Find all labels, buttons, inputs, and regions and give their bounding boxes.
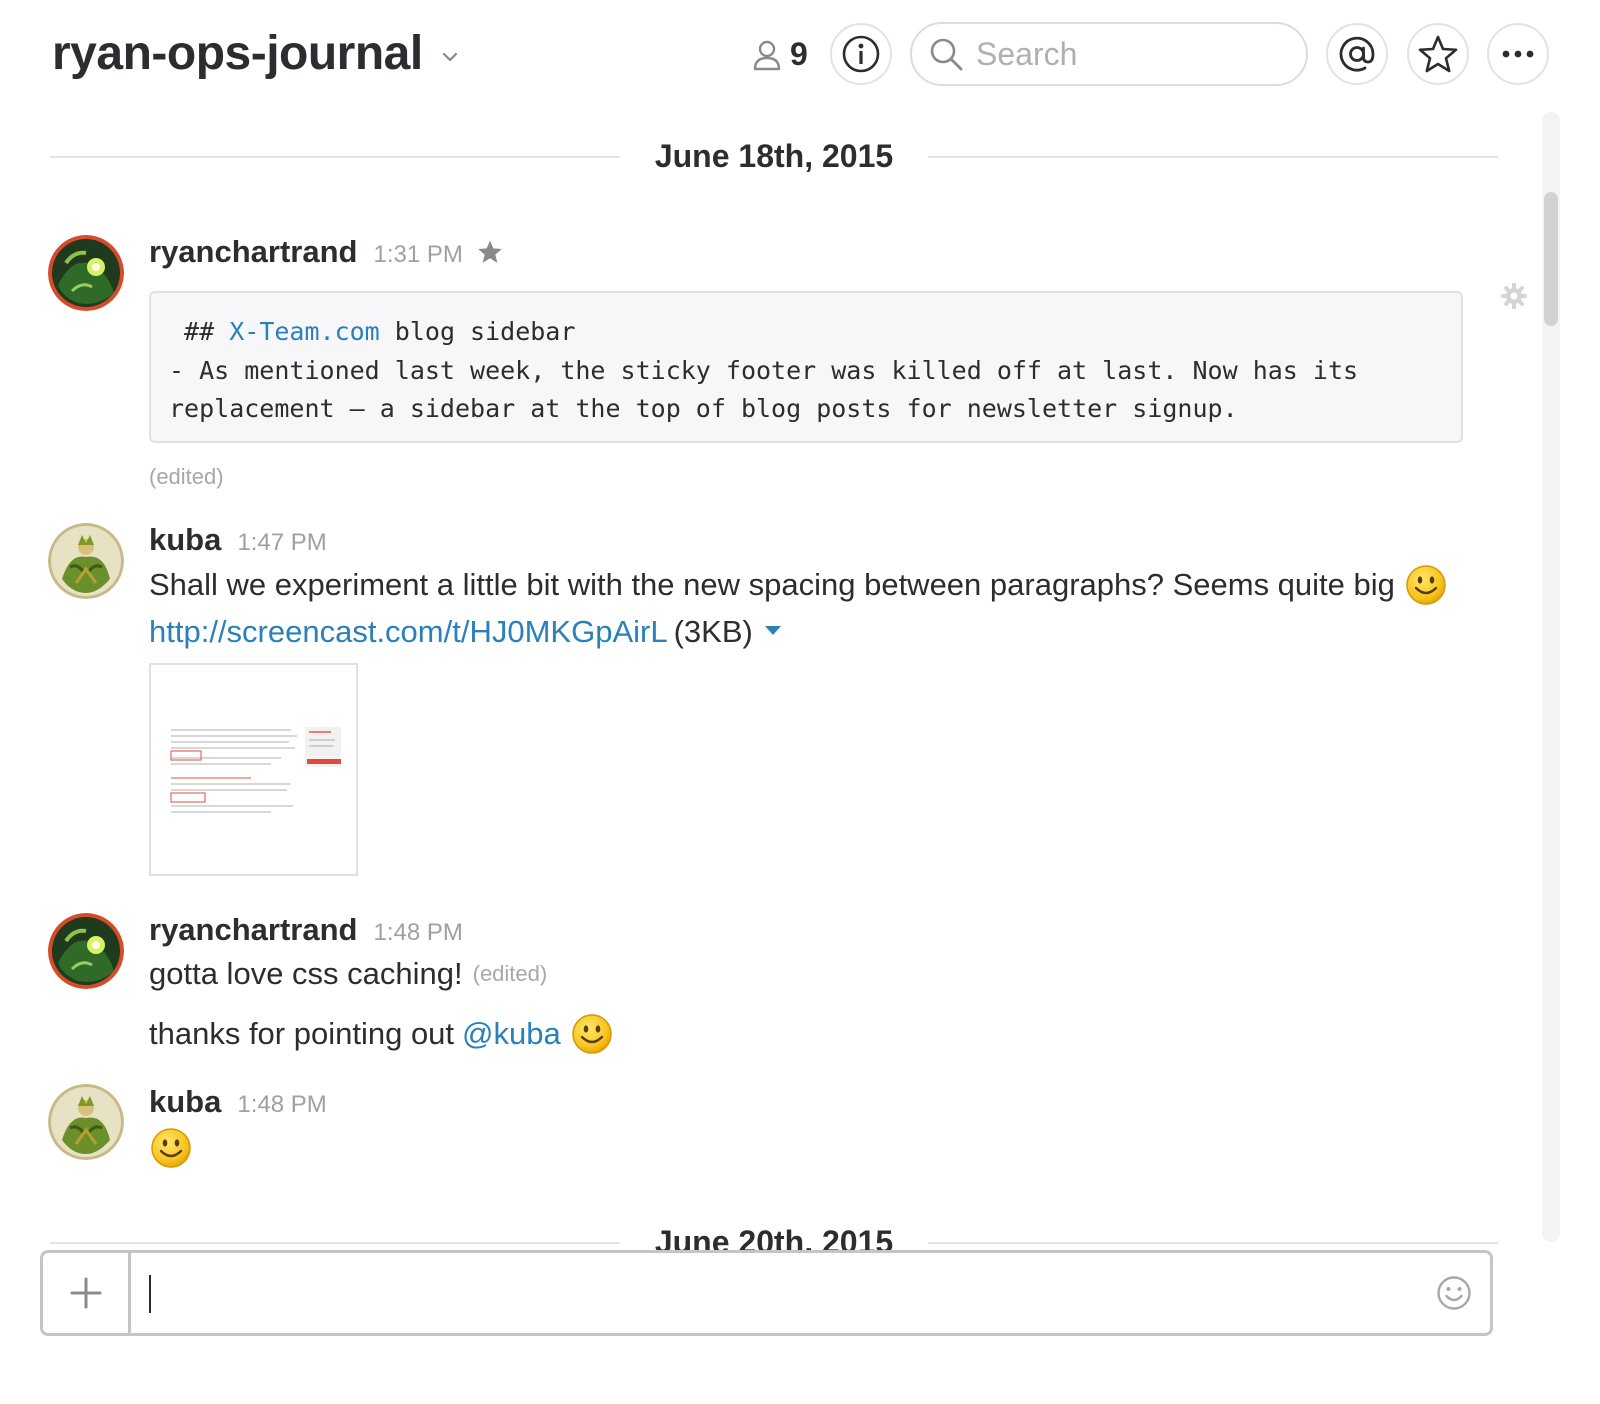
message-body: Shall we experiment a little bit with th… [149, 564, 1447, 606]
search-icon [930, 38, 963, 71]
smile-emoji [1405, 564, 1447, 606]
channel-title[interactable]: ryan-ops-journal [52, 26, 459, 81]
info-icon [842, 35, 880, 73]
text-cursor [149, 1275, 151, 1313]
message-timestamp[interactable]: 1:47 PM [237, 529, 326, 557]
message-scrollbar[interactable] [1542, 112, 1560, 1242]
avatar[interactable] [48, 235, 124, 311]
message-text: thanks for pointing out [149, 1016, 455, 1051]
code-text: - As mentioned last week, the sticky foo… [169, 355, 1359, 385]
message-header: ryanchartrand 1:48 PM [149, 912, 463, 948]
message-sender[interactable]: ryanchartrand [149, 912, 357, 948]
code-text: replacement – a sidebar at the top of bl… [169, 394, 1238, 423]
message-header: kuba 1:47 PM [149, 522, 327, 558]
gear-icon[interactable] [1500, 282, 1528, 310]
code-text: ## [169, 317, 230, 346]
starred-button[interactable] [1407, 23, 1469, 85]
scrollbar-thumb[interactable] [1544, 192, 1558, 326]
members-icon [753, 40, 781, 70]
message-input[interactable] [133, 1253, 1403, 1333]
attachment-size: (3KB) [673, 614, 753, 649]
message-timestamp[interactable]: 1:48 PM [373, 919, 462, 947]
caret-down-icon[interactable] [764, 625, 781, 635]
code-link[interactable]: X-Team.com [229, 317, 380, 346]
mentions-button[interactable] [1326, 23, 1388, 85]
channel-name: ryan-ops-journal [52, 27, 423, 80]
user-mention[interactable]: @kuba [462, 1016, 561, 1052]
channel-info-button[interactable] [830, 23, 892, 85]
screenshot-preview-image [151, 665, 356, 874]
message-sender[interactable]: kuba [149, 1084, 221, 1120]
attachment-link[interactable]: http://screencast.com/t/HJ0MKGpAirL [149, 614, 668, 650]
search-placeholder: Search [976, 35, 1078, 72]
code-text: blog sidebar [379, 317, 576, 346]
emoji-icon[interactable] [1436, 1275, 1472, 1311]
message-header: kuba 1:48 PM [149, 1084, 327, 1120]
channel-header: ryan-ops-journal 9 Search [0, 0, 1600, 110]
message-timestamp[interactable]: 1:48 PM [237, 1091, 326, 1119]
day-divider: June 20th, 2015 [50, 1224, 1498, 1252]
message-composer [40, 1250, 1493, 1336]
plus-icon [70, 1277, 101, 1309]
message-sender[interactable]: ryanchartrand [149, 234, 357, 270]
chevron-down-icon [442, 52, 457, 61]
message-body: gotta love css caching! (edited) [149, 956, 547, 992]
avatar[interactable] [48, 523, 124, 599]
attachment-thumbnail[interactable] [149, 663, 358, 876]
smile-emoji [150, 1127, 192, 1169]
day-divider: June 18th, 2015 [50, 138, 1498, 178]
message-sender[interactable]: kuba [149, 522, 221, 558]
more-actions-button[interactable] [1487, 23, 1549, 85]
message-text: Shall we experiment a little bit with th… [149, 567, 1395, 602]
attachment-line: http://screencast.com/t/HJ0MKGpAirL (3KB… [149, 614, 781, 650]
attach-file-button[interactable] [43, 1253, 131, 1333]
more-icon [1502, 50, 1534, 58]
day-divider-label: June 18th, 2015 [624, 138, 924, 174]
message-text: gotta love css caching! [149, 956, 463, 991]
day-divider-label: June 20th, 2015 [624, 1224, 924, 1252]
member-count-value: 9 [790, 36, 808, 72]
mentions-icon [1339, 36, 1375, 72]
edited-label: (edited) [472, 961, 548, 986]
code-block: ## X-Team.com blog sidebar - As mentione… [149, 291, 1463, 443]
message-header: ryanchartrand 1:31 PM [149, 234, 503, 270]
avatar[interactable] [48, 1084, 124, 1160]
message-body: thanks for pointing out @kuba [149, 1013, 613, 1055]
member-count-button[interactable]: 9 [752, 36, 808, 73]
edited-label: (edited) [149, 464, 224, 489]
avatar[interactable] [48, 913, 124, 989]
star-icon [1418, 35, 1458, 73]
star-icon[interactable] [477, 239, 503, 265]
message-timestamp[interactable]: 1:31 PM [373, 241, 462, 269]
smile-emoji [571, 1013, 613, 1055]
search-input[interactable]: Search [910, 22, 1308, 86]
